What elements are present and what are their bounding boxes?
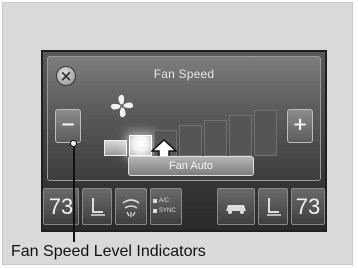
sync-label: SYNC xyxy=(159,208,176,214)
fan-level-indicator[interactable] xyxy=(179,125,202,156)
defrost-icon xyxy=(122,199,140,217)
fan-icon xyxy=(110,94,134,118)
fan-level-indicator[interactable] xyxy=(204,120,227,156)
climate-screen: × Fan Speed − + Fan Auto 73 A/C SYNC 73 xyxy=(41,50,327,232)
ac-indicator xyxy=(153,199,157,203)
panel-title: Fan Speed xyxy=(153,67,215,81)
fan-auto-button[interactable]: Fan Auto xyxy=(128,156,254,176)
passenger-temp[interactable]: 73 xyxy=(291,188,325,225)
fan-level-indicator[interactable] xyxy=(104,140,127,156)
driver-seat-heater-button[interactable] xyxy=(82,188,112,225)
sync-indicator xyxy=(153,209,157,213)
seat-heater-icon xyxy=(267,198,281,216)
ac-label: A/C xyxy=(159,198,170,204)
fan-level-indicator[interactable] xyxy=(129,135,152,156)
fan-decrease-button[interactable]: − xyxy=(55,109,81,143)
fan-level-indicator[interactable] xyxy=(229,115,252,156)
climate-bottom-bar: 73 A/C SYNC 73 xyxy=(43,185,325,230)
fan-speed-panel: × Fan Speed − + Fan Auto xyxy=(47,56,321,181)
recirculation-button[interactable] xyxy=(217,188,255,225)
callout-line xyxy=(73,146,75,242)
seat-heater-icon xyxy=(91,198,105,216)
defrost-button[interactable] xyxy=(115,188,147,225)
fan-level-indicator[interactable] xyxy=(254,110,277,156)
recirculation-icon xyxy=(226,205,246,214)
figure-caption: Fan Speed Level Indicators xyxy=(11,243,206,260)
passenger-seat-heater-button[interactable] xyxy=(258,188,288,225)
figure-frame: × Fan Speed − + Fan Auto 73 A/C SYNC 73 … xyxy=(2,2,353,265)
fan-increase-button[interactable]: + xyxy=(287,109,313,143)
ac-sync-button[interactable]: A/C SYNC xyxy=(150,188,182,225)
